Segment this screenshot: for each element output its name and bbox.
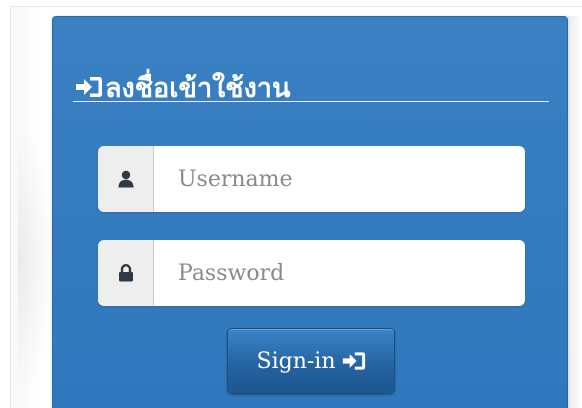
sign-in-button[interactable]: Sign-in (227, 328, 395, 394)
user-icon (118, 170, 133, 188)
username-input[interactable] (154, 146, 525, 212)
lock-icon (118, 264, 133, 282)
login-panel: ลงชื่อเข้าใช้งาน Sign-in (52, 16, 568, 408)
sign-in-icon (76, 77, 102, 97)
password-addon (98, 240, 154, 306)
heading-divider (73, 101, 549, 102)
sign-in-icon (342, 352, 365, 370)
password-group (98, 240, 525, 306)
password-input[interactable] (154, 240, 525, 306)
sign-in-label: Sign-in (256, 348, 336, 374)
username-group (98, 146, 525, 212)
login-page: ลงชื่อเข้าใช้งาน Sign-in (0, 0, 582, 408)
panel-shadow (568, 16, 582, 408)
panel-title: ลงชื่อเข้าใช้งาน (105, 72, 291, 104)
username-addon (98, 146, 154, 212)
